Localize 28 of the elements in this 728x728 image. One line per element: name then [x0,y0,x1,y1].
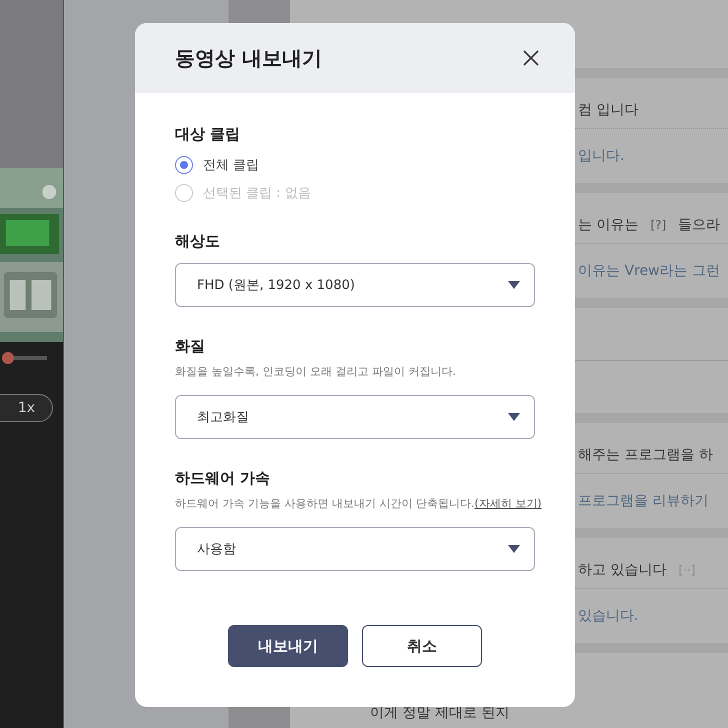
cancel-button[interactable]: 취소 [362,625,482,667]
article-text: 는 이유는 [578,216,638,234]
section-title: 화질 [175,337,206,356]
export-button[interactable]: 내보내기 [228,625,348,667]
dialog-title: 동영상 내보내기 [175,44,322,72]
caret-icon [508,281,520,289]
section-title: 대상 클립 [175,125,242,144]
close-icon[interactable] [523,50,539,66]
speed-button[interactable]: 1x [0,394,53,422]
section-description: 하드웨어 가속 기능을 사용하면 내보내기 시간이 단축됩니다. [175,496,474,511]
dropdown[interactable]: FHD (원본, 1920 x 1080) [175,263,535,307]
caret-icon [508,545,520,553]
radio-label: 선택된 클립 : 없음 [203,185,311,202]
article-text: 들으라 [678,216,720,234]
article-text: 해주는 프로그램을 하 [578,446,713,464]
bracket-tag: [··] [678,563,696,578]
radio-label: 전체 클립 [203,157,260,174]
dropdown[interactable]: 최고화질 [175,395,535,439]
dropdown[interactable]: 사용함 [175,527,535,571]
article-text: 이게 정말 제대로 된지 [370,704,510,722]
article-text: 하고 있습니다 [578,561,666,580]
details-link[interactable]: (자세히 보기) [474,496,542,511]
bracket-tag: [?] [650,218,666,232]
section-title: 해상도 [175,232,221,251]
article-text: 컴 입니다 [578,101,638,120]
section-title: 하드웨어 가속 [175,469,272,488]
section-description: 화질을 높일수록, 인코딩이 오래 걸리고 파일이 커집니다. [175,364,456,379]
radio-button[interactable] [175,156,193,174]
